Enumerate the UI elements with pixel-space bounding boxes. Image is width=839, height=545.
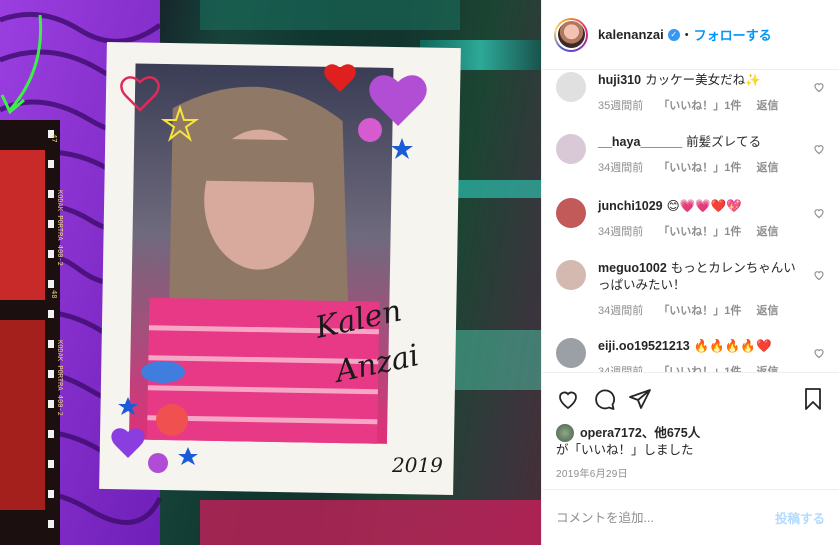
reply-button[interactable]: 返信 (757, 226, 779, 238)
reply-button[interactable]: 返信 (757, 305, 779, 317)
comment-item: __haya______ 前髪ズレてる 34週間前 「いいね！」1件 返信 (556, 134, 825, 177)
comment-time[interactable]: 35週間前 (598, 100, 643, 112)
comment-likes[interactable]: 「いいね！」1件 (658, 305, 741, 317)
comment-item: huji310 カッケー美女だね✨ 35週間前 「いいね！」1件 返信 (556, 72, 825, 115)
comment-likes[interactable]: 「いいね！」1件 (658, 100, 741, 112)
comment-avatar[interactable] (556, 72, 586, 102)
heart-icon[interactable] (556, 387, 580, 411)
comment-item: junchi1029 😊💗💗❤️💖 34週間前 「いいね！」1件 返信 (556, 198, 825, 241)
instagram-post-modal: Kalen Anzai 2019 KODAK PORTRA 400-2 KODA… (0, 0, 839, 545)
action-bar (542, 372, 839, 424)
comment-text: 🔥🔥🔥🔥❤️ (693, 339, 772, 353)
comment-body: __haya______ 前髪ズレてる 34週間前 「いいね！」1件 返信 (598, 134, 791, 177)
comment-input[interactable] (556, 510, 775, 525)
film-frame-number-1: 47 (50, 134, 58, 142)
comment-body: meguo1002 もっとカレンちゃんいっぱいみたい！ 34週間前 「いいね！」1… (598, 260, 807, 320)
comment-username[interactable]: huji310 (598, 73, 641, 87)
comments-list[interactable]: huji310 カッケー美女だね✨ 35週間前 「いいね！」1件 返信 __hay… (542, 70, 839, 372)
likes-others-link[interactable]: 、他675人 (642, 425, 700, 442)
photo-artwork: Kalen Anzai 2019 KODAK PORTRA 400-2 KODA… (0, 0, 541, 545)
comment-avatar[interactable] (556, 260, 586, 290)
verified-badge-icon: ✓ (667, 28, 680, 41)
comment-likes[interactable]: 「いいね！」1件 (658, 366, 741, 372)
follow-button[interactable]: フォローする (694, 25, 772, 44)
post-comment-button[interactable]: 投稿する (775, 508, 825, 527)
film-edge-text-2: KODAK PORTRA 400-2 (56, 340, 64, 416)
bookmark-icon[interactable] (801, 387, 825, 411)
comment-text: 😊💗💗❤️💖 (666, 199, 742, 213)
handwriting-year: 2019 (391, 453, 443, 477)
likes-summary: opera7172 、他675人 が「いいね！」しました (542, 424, 839, 459)
comment-avatar[interactable] (556, 338, 586, 368)
comment-likes[interactable]: 「いいね！」1件 (658, 226, 741, 238)
comment-username[interactable]: junchi1029 (598, 199, 663, 213)
post-date[interactable]: 2019年6月29日 (542, 459, 839, 489)
comment-time[interactable]: 34週間前 (598, 226, 643, 238)
comment-heart-icon[interactable] (813, 269, 825, 281)
post-sidebar: kalenanzai ✓ • フォローする huji310 カッケー美女だね✨ 3… (541, 0, 839, 545)
liker-username[interactable]: opera7172 (580, 425, 642, 442)
comment-heart-icon[interactable] (813, 143, 825, 155)
comment-heart-icon[interactable] (813, 207, 825, 219)
author-avatar[interactable] (554, 17, 588, 52)
comment-heart-icon[interactable] (813, 347, 825, 359)
comment-username[interactable]: __haya______ (598, 135, 682, 149)
comment-text: 前髪ズレてる (686, 135, 762, 149)
comment-icon[interactable] (592, 387, 616, 411)
comment-body: eiji.oo19521213 🔥🔥🔥🔥❤️ 34週間前 「いいね！」1件 返信 (598, 338, 791, 372)
likes-suffix: が「いいね！」しました (556, 443, 694, 457)
film-frame-number-2: 48 (50, 290, 58, 298)
comment-text: カッケー美女だね✨ (645, 73, 761, 87)
comment-body: junchi1029 😊💗💗❤️💖 34週間前 「いいね！」1件 返信 (598, 198, 791, 241)
comment-time[interactable]: 34週間前 (598, 162, 643, 174)
reply-button[interactable]: 返信 (757, 100, 779, 112)
comment-heart-icon[interactable] (813, 81, 825, 93)
add-comment-bar: 投稿する (542, 489, 839, 545)
film-edge-text-1: KODAK PORTRA 400-2 (56, 190, 64, 266)
post-photo[interactable]: Kalen Anzai 2019 KODAK PORTRA 400-2 KODA… (0, 0, 541, 545)
comment-body: huji310 カッケー美女だね✨ 35週間前 「いいね！」1件 返信 (598, 72, 791, 115)
comment-item: meguo1002 もっとカレンちゃんいっぱいみたい！ 34週間前 「いいね！」1… (556, 260, 825, 320)
comment-avatar[interactable] (556, 134, 586, 164)
author-username[interactable]: kalenanzai (598, 27, 664, 42)
post-header: kalenanzai ✓ • フォローする (542, 0, 839, 70)
comment-username[interactable]: eiji.oo19521213 (598, 339, 690, 353)
comment-time[interactable]: 34週間前 (598, 305, 643, 317)
comment-likes[interactable]: 「いいね！」1件 (658, 162, 741, 174)
comment-avatar[interactable] (556, 198, 586, 228)
liker-avatar[interactable] (556, 424, 574, 442)
reply-button[interactable]: 返信 (757, 162, 779, 174)
comment-time[interactable]: 34週間前 (598, 366, 643, 372)
reply-button[interactable]: 返信 (757, 366, 779, 372)
header-separator: • (684, 28, 689, 41)
comment-username[interactable]: meguo1002 (598, 261, 667, 275)
comment-item: eiji.oo19521213 🔥🔥🔥🔥❤️ 34週間前 「いいね！」1件 返信 (556, 338, 825, 372)
share-icon[interactable] (628, 387, 652, 411)
